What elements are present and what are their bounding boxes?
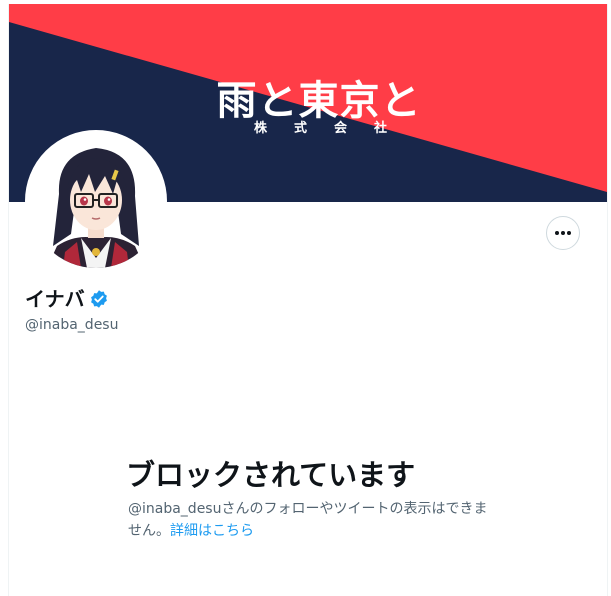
details-link[interactable]: 詳細はこちら — [170, 523, 254, 539]
profile-handle: @inaba_desu — [25, 317, 119, 333]
blocked-title: ブロックされています — [126, 458, 416, 492]
profile-name-row: イナバ — [25, 287, 109, 311]
more-options-button[interactable] — [546, 216, 580, 250]
more-horizontal-icon — [555, 231, 571, 235]
blocked-message: @inaba_desuさんのフォローやツイートの表示はできません。詳細はこちら — [128, 498, 498, 542]
verified-badge-icon[interactable] — [89, 289, 109, 309]
profile-page: 雨と東京と 株式会社 イナバ @inaba_desu ブロックされています @i… — [8, 4, 608, 596]
avatar-anime-character-icon — [29, 134, 163, 268]
profile-name: イナバ — [25, 287, 85, 311]
avatar[interactable] — [25, 130, 167, 272]
